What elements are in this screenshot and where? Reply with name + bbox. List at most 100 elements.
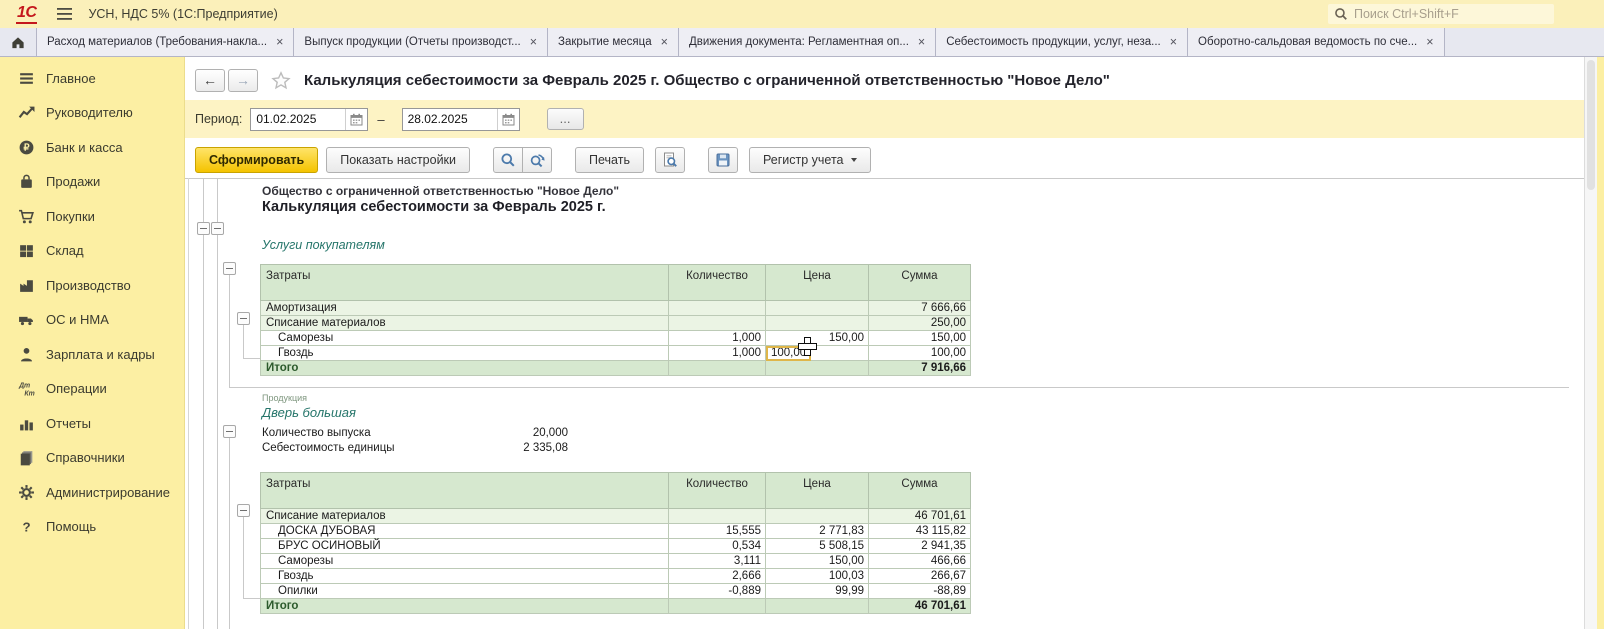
price-cell[interactable]: [766, 599, 869, 614]
cost-name-cell[interactable]: Амортизация: [261, 301, 669, 316]
cost-name-cell[interactable]: Списание материалов: [261, 509, 669, 524]
price-cell[interactable]: 100,03: [766, 569, 869, 584]
sum-cell[interactable]: 250,00: [869, 316, 971, 331]
sidebar-item-purchases[interactable]: Покупки: [0, 199, 184, 234]
quantity-cell[interactable]: 3,111: [669, 554, 766, 569]
tab-close-icon[interactable]: ×: [530, 36, 537, 48]
sidebar-item-production[interactable]: Производство: [0, 268, 184, 303]
tab-production-output[interactable]: Выпуск продукции (Отчеты производст... ×: [294, 28, 548, 56]
scrollbar-thumb[interactable]: [1587, 60, 1595, 190]
calendar-button-to[interactable]: [497, 109, 519, 130]
price-cell[interactable]: [766, 361, 869, 376]
sum-cell[interactable]: 7 666,66: [869, 301, 971, 316]
sidebar-item-warehouse[interactable]: Склад: [0, 234, 184, 269]
repeat-search-button[interactable]: [522, 147, 552, 173]
sidebar-item-operations[interactable]: Операции: [0, 372, 184, 407]
print-button[interactable]: Печать: [575, 147, 644, 173]
forward-button[interactable]: →: [228, 69, 258, 92]
sidebar-item-payroll[interactable]: Зарплата и кадры: [0, 337, 184, 372]
global-search-input[interactable]: Поиск Ctrl+Shift+F: [1328, 4, 1554, 24]
collapse-group-button[interactable]: [237, 312, 250, 325]
quantity-cell[interactable]: [669, 316, 766, 331]
table-row[interactable]: Итого 46 701,61: [261, 599, 971, 614]
sidebar-item-administration[interactable]: Администрирование: [0, 475, 184, 510]
period-more-button[interactable]: ...: [547, 108, 584, 130]
sidebar-item-manager[interactable]: Руководителю: [0, 96, 184, 131]
tab-close-icon[interactable]: ×: [276, 36, 283, 48]
tab-product-cost[interactable]: Себестоимость продукции, услуг, неза... …: [936, 28, 1188, 56]
collapse-group-button[interactable]: [223, 262, 236, 275]
tab-trial-balance[interactable]: Оборотно-сальдовая ведомость по сче... ×: [1188, 28, 1445, 56]
calendar-button-from[interactable]: [345, 109, 367, 130]
quantity-cell[interactable]: 0,534: [669, 539, 766, 554]
price-cell[interactable]: 99,99: [766, 584, 869, 599]
sum-cell[interactable]: 150,00: [869, 331, 971, 346]
tab-close-icon[interactable]: ×: [1170, 36, 1177, 48]
cost-name-cell[interactable]: Итого: [261, 361, 669, 376]
table-row[interactable]: Итого 7 916,66: [261, 361, 971, 376]
sum-cell[interactable]: 46 701,61: [869, 599, 971, 614]
quantity-cell[interactable]: [669, 509, 766, 524]
tab-month-closing[interactable]: Закрытие месяца ×: [548, 28, 679, 56]
price-cell[interactable]: 150,00: [766, 331, 869, 346]
table-row[interactable]: БРУС ОСИНОВЫЙ 0,534 5 508,15 2 941,35: [261, 539, 971, 554]
sum-cell[interactable]: 7 916,66: [869, 361, 971, 376]
sum-cell[interactable]: 466,66: [869, 554, 971, 569]
quantity-cell[interactable]: 1,000: [669, 346, 766, 361]
table-row[interactable]: Саморезы 1,000 150,00 150,00: [261, 331, 971, 346]
tab-close-icon[interactable]: ×: [918, 36, 925, 48]
vertical-scrollbar[interactable]: [1584, 57, 1597, 629]
collapse-group-button[interactable]: [211, 222, 224, 235]
sidebar-item-fixed-assets[interactable]: ОС и НМА: [0, 303, 184, 338]
cost-name-cell[interactable]: БРУС ОСИНОВЫЙ: [261, 539, 669, 554]
table-row[interactable]: Опилки -0,889 99,99 -88,89: [261, 584, 971, 599]
find-button[interactable]: [493, 147, 523, 173]
table-row[interactable]: ДОСКА ДУБОВАЯ 15,555 2 771,83 43 115,82: [261, 524, 971, 539]
price-cell[interactable]: 150,00: [766, 554, 869, 569]
cost-name-cell[interactable]: Опилки: [261, 584, 669, 599]
quantity-cell[interactable]: 2,666: [669, 569, 766, 584]
tab-material-consumption[interactable]: Расход материалов (Требования-накла... ×: [37, 28, 294, 56]
sidebar-item-reports[interactable]: Отчеты: [0, 406, 184, 441]
collapse-group-button[interactable]: [223, 425, 236, 438]
quantity-cell[interactable]: [669, 361, 766, 376]
sum-cell[interactable]: 266,67: [869, 569, 971, 584]
cost-name-cell[interactable]: Саморезы: [261, 331, 669, 346]
generate-button[interactable]: Сформировать: [195, 147, 318, 173]
sum-cell[interactable]: 100,00: [869, 346, 971, 361]
print-preview-button[interactable]: [655, 147, 685, 173]
back-button[interactable]: ←: [195, 69, 225, 92]
price-cell[interactable]: [766, 301, 869, 316]
show-settings-button[interactable]: Показать настройки: [326, 147, 470, 173]
cost-name-cell[interactable]: Списание материалов: [261, 316, 669, 331]
period-from-field[interactable]: 01.02.2025: [250, 108, 368, 131]
quantity-cell[interactable]: -0,889: [669, 584, 766, 599]
tab-document-movements[interactable]: Движения документа: Регламентная оп... ×: [679, 28, 936, 56]
sum-cell[interactable]: 46 701,61: [869, 509, 971, 524]
home-tab[interactable]: [0, 28, 37, 56]
quantity-cell[interactable]: 1,000: [669, 331, 766, 346]
cost-name-cell[interactable]: Саморезы: [261, 554, 669, 569]
sum-cell[interactable]: 2 941,35: [869, 539, 971, 554]
sidebar-item-sales[interactable]: Продажи: [0, 165, 184, 200]
quantity-cell[interactable]: 15,555: [669, 524, 766, 539]
sidebar-item-help[interactable]: Помощь: [0, 510, 184, 545]
table-row[interactable]: Списание материалов 250,00: [261, 316, 971, 331]
table-row[interactable]: Гвоздь 1,000 100,00 100,00: [261, 346, 971, 361]
sum-cell[interactable]: 43 115,82: [869, 524, 971, 539]
tab-close-icon[interactable]: ×: [661, 36, 668, 48]
main-menu-button[interactable]: [57, 8, 72, 20]
save-button[interactable]: [708, 147, 738, 173]
tab-close-icon[interactable]: ×: [1426, 36, 1433, 48]
sidebar-item-directories[interactable]: Справочники: [0, 441, 184, 476]
register-menu-button[interactable]: Регистр учета: [749, 147, 871, 173]
quantity-cell[interactable]: [669, 599, 766, 614]
price-cell[interactable]: [766, 316, 869, 331]
quantity-cell[interactable]: [669, 301, 766, 316]
price-cell[interactable]: 2 771,83: [766, 524, 869, 539]
table-row[interactable]: Амортизация 7 666,66: [261, 301, 971, 316]
table-row[interactable]: Саморезы 3,111 150,00 466,66: [261, 554, 971, 569]
collapse-group-button[interactable]: [197, 222, 210, 235]
sum-cell[interactable]: -88,89: [869, 584, 971, 599]
price-cell[interactable]: [766, 509, 869, 524]
